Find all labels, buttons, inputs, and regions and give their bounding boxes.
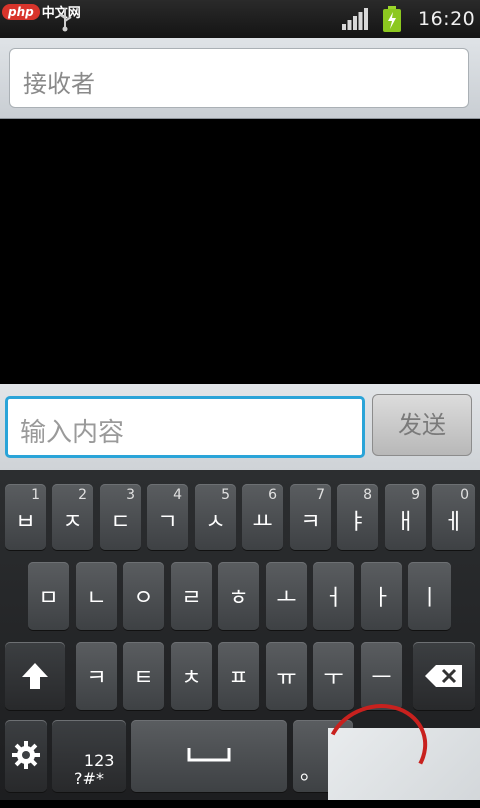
key-row2-6[interactable]: ㅗ: [266, 562, 307, 630]
key-row2-5[interactable]: ㅎ: [218, 562, 259, 630]
key-row3-2[interactable]: ㅌ: [123, 642, 164, 710]
key-sub: 1: [31, 487, 40, 503]
key-sub: 3: [126, 487, 135, 503]
key-main: ㅇ: [133, 586, 154, 611]
key-main: ㅓ: [323, 586, 344, 611]
key-main: ㅑ: [347, 510, 368, 535]
key-row1-2[interactable]: 2ㅈ: [52, 484, 93, 550]
message-input[interactable]: 输入内容: [5, 396, 365, 458]
key-main: ㅅ: [205, 510, 226, 535]
key-main: ㅋ: [300, 510, 321, 535]
key-main: ㅏ: [371, 586, 392, 611]
key-main: ㄹ: [181, 586, 202, 611]
key-main: ㅜ: [323, 666, 344, 691]
backspace-icon: [425, 665, 462, 687]
key-row1-3[interactable]: 3ㄷ: [100, 484, 141, 550]
key-row3-1[interactable]: ㅋ: [76, 642, 117, 710]
key-main: ㄷ: [110, 510, 131, 535]
key-sub: 7: [316, 487, 325, 503]
key-main: ㅋ: [86, 666, 107, 691]
key-row1-4[interactable]: 4ㄱ: [147, 484, 188, 550]
key-row2-7[interactable]: ㅓ: [313, 562, 354, 630]
key-sub: 0: [460, 487, 469, 503]
key-row2-1[interactable]: ㅁ: [28, 562, 69, 630]
key-sub: 2: [78, 487, 87, 503]
battery-charging-icon: [383, 6, 401, 32]
key-row1-5[interactable]: 5ㅅ: [195, 484, 236, 550]
space-key[interactable]: [131, 720, 287, 792]
key-sub: 4: [173, 487, 182, 503]
key-main: ㅔ: [443, 510, 464, 535]
recipient-input[interactable]: 接收者: [9, 48, 469, 108]
key-row1-9[interactable]: 9ㅐ: [385, 484, 426, 550]
key-sub: 8: [363, 487, 372, 503]
key-row3-7[interactable]: ㅡ: [361, 642, 402, 710]
key-row1-1[interactable]: 1ㅂ: [5, 484, 46, 550]
key-main: ㄱ: [157, 510, 178, 535]
key-row3-6[interactable]: ㅜ: [313, 642, 354, 710]
settings-key[interactable]: [5, 720, 47, 792]
signal-icon: [342, 8, 368, 30]
key-main: ㅍ: [228, 666, 249, 691]
key-row1-8[interactable]: 8ㅑ: [337, 484, 378, 550]
status-bar: php 中文网 16:20: [0, 0, 480, 38]
key-main: ㅌ: [133, 666, 154, 691]
key-main: ㅐ: [395, 510, 416, 535]
key-main: ㅛ: [252, 510, 273, 535]
key-main: ㅎ: [228, 586, 249, 611]
key-row2-3[interactable]: ㅇ: [123, 562, 164, 630]
key-main: ㅡ: [371, 666, 392, 691]
send-button[interactable]: 发送: [372, 394, 472, 456]
key-row3-4[interactable]: ㅍ: [218, 642, 259, 710]
symbols-key[interactable]: 123 ?#*: [52, 720, 126, 792]
key-row1-6[interactable]: 6ㅛ: [242, 484, 283, 550]
key-row3-3[interactable]: ㅊ: [171, 642, 212, 710]
compose-bar: 输入内容 发送: [0, 384, 480, 470]
key-main: ㅊ: [181, 666, 202, 691]
clock: 16:20: [418, 8, 476, 30]
space-bar-icon: [187, 748, 231, 762]
backspace-key[interactable]: [413, 642, 475, 710]
key-main: ㅈ: [62, 510, 83, 535]
key-sub: 9: [411, 487, 420, 503]
key-row2-2[interactable]: ㄴ: [76, 562, 117, 630]
shift-key[interactable]: [5, 642, 65, 710]
key-row2-8[interactable]: ㅏ: [361, 562, 402, 630]
key-row1-10[interactable]: 0ㅔ: [432, 484, 475, 550]
key-sub: 5: [221, 487, 230, 503]
key-main: ㅠ: [276, 666, 297, 691]
usb-icon: [58, 8, 72, 32]
key-row3-5[interactable]: ㅠ: [266, 642, 307, 710]
recipient-bar: 接收者: [0, 38, 480, 119]
symbols-key-label: 123 ?#*: [74, 751, 115, 788]
logo-php: php: [2, 3, 40, 20]
key-main: ㄴ: [86, 586, 107, 611]
message-placeholder: 输入内容: [20, 418, 125, 448]
key-main: ㅗ: [276, 586, 297, 611]
key-row1-7[interactable]: 7ㅋ: [290, 484, 331, 550]
key-main: ㅁ: [38, 586, 59, 611]
shift-arrow-icon: [22, 663, 48, 689]
recipient-placeholder: 接收者: [23, 70, 95, 98]
key-main: ㅣ: [419, 586, 440, 611]
key-main: ㅂ: [15, 510, 36, 535]
key-row2-9[interactable]: ㅣ: [408, 562, 451, 630]
gear-icon: [12, 741, 40, 769]
key-sub: 6: [268, 487, 277, 503]
key-row2-4[interactable]: ㄹ: [171, 562, 212, 630]
